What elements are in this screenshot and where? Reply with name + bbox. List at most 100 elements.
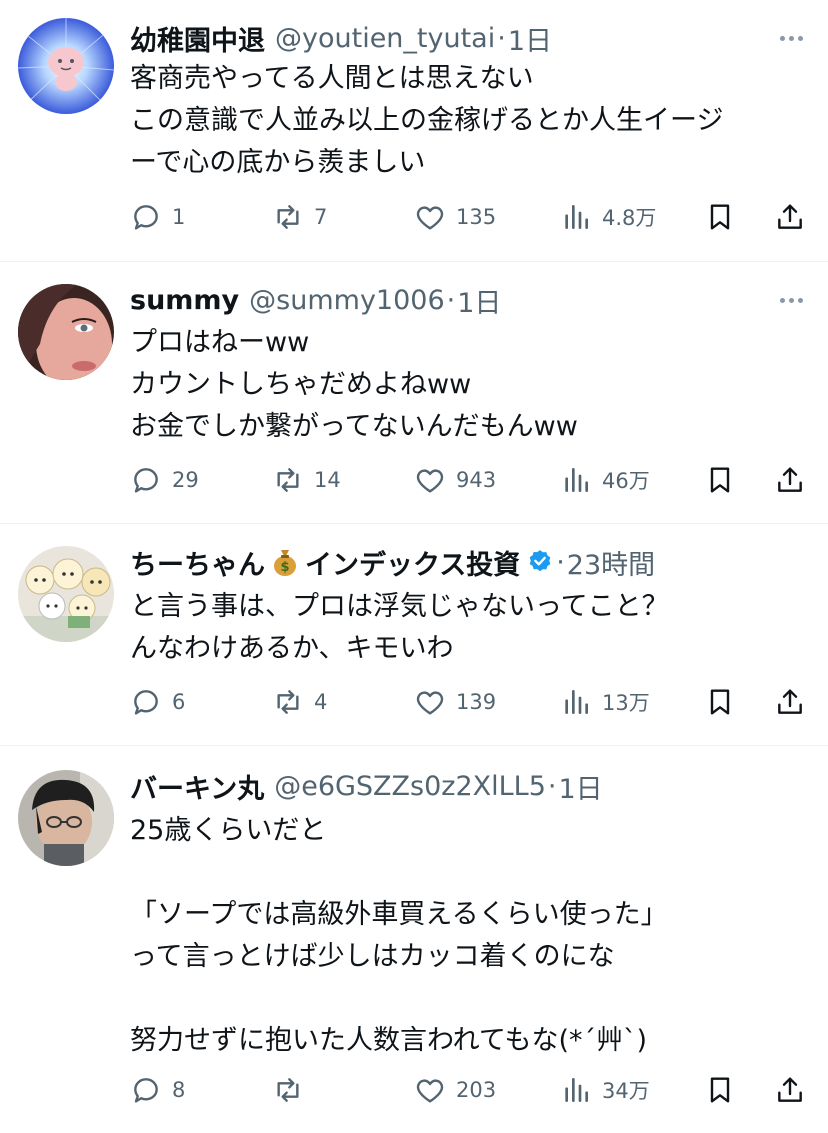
like-button[interactable]: 943: [414, 460, 496, 500]
share-button[interactable]: [774, 197, 806, 237]
timestamp[interactable]: 1日: [457, 281, 501, 320]
reply-icon: [134, 468, 158, 493]
separator-dot: ·: [446, 284, 456, 316]
share-button[interactable]: [774, 460, 806, 500]
repost-icon: [277, 468, 299, 492]
tweet-text: 客商売やってる人間とは思えない この意識で人並み以上の金稼げるとか人生イージ ー…: [130, 58, 798, 184]
display-name[interactable]: 幼稚園中退: [130, 19, 265, 58]
reply-count: 1: [172, 205, 186, 229]
heart-icon: [416, 469, 444, 493]
more-icon[interactable]: [776, 28, 806, 48]
repost-count: 14: [314, 468, 341, 492]
bookmark-button[interactable]: [704, 1070, 736, 1110]
tweet-text-line: 25歳くらいだと: [130, 815, 327, 846]
share-button[interactable]: [774, 1070, 806, 1110]
like-count: 135: [456, 205, 497, 229]
views-count: 46万: [602, 469, 650, 493]
bookmark-icon: [710, 204, 730, 230]
views-icon: [565, 1078, 588, 1102]
tweet-actions: 6 4 139 13万: [130, 682, 810, 722]
bookmark-button[interactable]: [704, 197, 736, 237]
bookmark-icon: [710, 689, 730, 715]
views-button[interactable]: 46万: [560, 460, 650, 500]
verified-badge-icon: [529, 550, 551, 572]
display-name[interactable]: ちーちゃん: [130, 543, 265, 582]
display-name[interactable]: バーキン丸: [130, 767, 264, 806]
display-name[interactable]: summy: [130, 285, 239, 316]
repost-button[interactable]: 7: [272, 197, 327, 237]
reply-button[interactable]: 1: [130, 197, 185, 237]
share-icon: [778, 689, 802, 714]
views-count: 13万: [602, 691, 650, 715]
views-count: 34万: [602, 1079, 650, 1103]
reply-count: 29: [172, 468, 199, 492]
username[interactable]: @youtien_tyutai: [275, 23, 495, 54]
separator-dot: ·: [497, 22, 506, 54]
repost-button[interactable]: 4: [272, 682, 327, 722]
tweet-text-line: と言う事は、プロは浮気じゃないってこと？: [130, 591, 669, 622]
separator-dot: ·: [547, 770, 557, 802]
timestamp[interactable]: 1日: [508, 19, 552, 58]
repost-count: 7: [314, 205, 328, 229]
tweet-text-line: 客商売やってる人間とは思えない: [130, 63, 534, 94]
like-button[interactable]: 135: [414, 197, 496, 237]
views-button[interactable]: 4.8万: [560, 197, 656, 237]
reply-count: 8: [172, 1078, 186, 1102]
avatar[interactable]: [18, 770, 114, 866]
timestamp[interactable]: 23時間: [567, 543, 655, 582]
reply-button[interactable]: 29: [130, 460, 199, 500]
tweet-actions: 29 14 943 46万: [130, 460, 810, 500]
tweet-text-line: ーで心の底から羨ましい: [130, 147, 426, 178]
money-bag-emoji: $: [274, 550, 296, 576]
repost-button[interactable]: [272, 1070, 314, 1110]
share-icon: [778, 467, 802, 492]
reply-icon: [134, 205, 158, 230]
tweet-header: ちーちゃん $ インデックス投資 · 23時間: [130, 542, 758, 582]
reply-button[interactable]: 8: [130, 1070, 185, 1110]
timestamp[interactable]: 1日: [559, 767, 603, 806]
share-button[interactable]: [774, 682, 806, 722]
views-button[interactable]: 34万: [560, 1070, 650, 1110]
tweet-text-line: お金でしか繋がってないんだもんww: [130, 411, 578, 442]
tweet-text: と言う事は、プロは浮気じゃないってこと？ んなわけあるか、キモいわ: [130, 586, 798, 670]
tweet-text-line: 「ソープでは高級外車買えるくらい使った」: [130, 899, 668, 930]
bookmark-icon: [710, 467, 730, 493]
tweet-item[interactable]: summy @summy1006 · 1日 プロはねーww カウントしちゃだめよ…: [0, 262, 828, 524]
repost-count: 4: [314, 690, 328, 714]
svg-text:$: $: [280, 560, 289, 575]
username[interactable]: @summy1006: [249, 285, 444, 316]
like-count: 203: [456, 1078, 497, 1102]
tweet-text-line: んなわけあるか、キモいわ: [130, 633, 454, 664]
avatar[interactable]: [18, 284, 114, 380]
tweet-header: バーキン丸 @e6GSZZs0z2XlLL5 · 1日: [130, 766, 758, 806]
tweet-header: 幼稚園中退 @youtien_tyutai · 1日: [130, 18, 758, 58]
tweet-text-line: 努力せずに抱いた人数言われてもな(*´艸`): [130, 1025, 648, 1056]
views-icon: [565, 468, 588, 492]
like-count: 139: [456, 690, 497, 714]
reply-icon: [134, 1078, 158, 1103]
display-name-suffix[interactable]: インデックス投資: [305, 543, 520, 582]
more-icon[interactable]: [776, 290, 806, 310]
tweet-actions: 1 7 135 4.8万: [130, 197, 810, 237]
tweet-text-line: この意識で人並み以上の金稼げるとか人生イージ: [130, 105, 724, 136]
tweet-item[interactable]: バーキン丸 @e6GSZZs0z2XlLL5 · 1日 25歳くらいだと 「ソー…: [0, 746, 828, 1133]
repost-button[interactable]: 14: [272, 460, 341, 500]
bookmark-button[interactable]: [704, 460, 736, 500]
username[interactable]: @e6GSZZs0z2XlLL5: [274, 771, 546, 802]
avatar[interactable]: [18, 18, 114, 114]
bookmark-button[interactable]: [704, 682, 736, 722]
avatar[interactable]: [18, 546, 114, 642]
repost-icon: [277, 690, 299, 714]
separator-dot: ·: [556, 546, 565, 578]
reply-button[interactable]: 6: [130, 682, 185, 722]
heart-icon: [416, 1079, 444, 1103]
tweet-item[interactable]: ちーちゃん $ インデックス投資 · 23時間 と言う事は、プロは浮気じゃないっ…: [0, 524, 828, 746]
like-count: 943: [456, 468, 497, 492]
views-icon: [565, 690, 588, 714]
tweet-item[interactable]: 幼稚園中退 @youtien_tyutai · 1日 客商売やってる人間とは思え…: [0, 0, 828, 262]
views-button[interactable]: 13万: [560, 682, 650, 722]
like-button[interactable]: 139: [414, 682, 496, 722]
repost-icon: [277, 1078, 299, 1102]
tweet-text-line: プロはねーww: [130, 327, 310, 358]
like-button[interactable]: 203: [414, 1070, 496, 1110]
